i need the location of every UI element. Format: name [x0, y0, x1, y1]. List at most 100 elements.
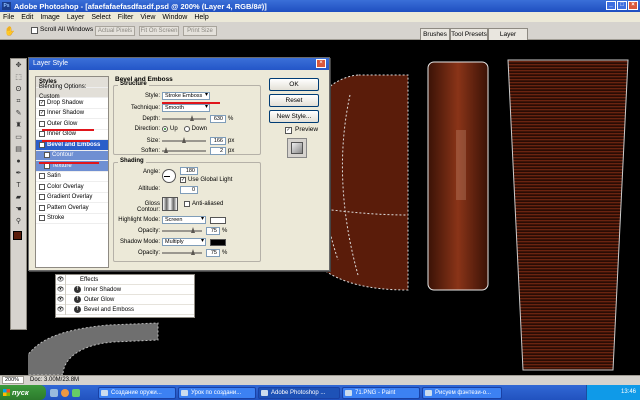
style-item-stroke[interactable]: Stroke [36, 214, 108, 224]
reset-button[interactable]: Reset [269, 94, 319, 107]
checkbox-icon[interactable] [39, 204, 45, 211]
checkbox-icon[interactable] [39, 131, 45, 138]
menu-window[interactable]: Window [162, 14, 187, 21]
quick-launch-icon[interactable] [61, 388, 69, 397]
ok-button[interactable]: OK [269, 78, 319, 91]
shadow-color-swatch[interactable] [210, 238, 226, 246]
brush-tool-icon[interactable]: ✎ [12, 108, 25, 119]
hand-tool-icon[interactable]: ☚ [12, 204, 25, 215]
eraser-tool-icon[interactable]: ▭ [12, 132, 25, 143]
checkbox-icon[interactable] [39, 183, 45, 190]
checkbox-icon[interactable] [39, 215, 45, 222]
menu-select[interactable]: Select [91, 14, 110, 21]
hand-tool-icon[interactable]: ✋ [4, 26, 15, 37]
eye-icon[interactable]: 👁 [56, 274, 66, 285]
crop-tool-icon[interactable]: ⌗ [12, 96, 25, 107]
style-item-satin[interactable]: Satin [36, 172, 108, 182]
shape-tool-icon[interactable]: ▰ [12, 192, 25, 203]
shadow-mode-select[interactable]: Multiply [162, 238, 206, 246]
zoom-input[interactable]: 200% [2, 376, 24, 384]
taskbar-item[interactable]: Урок по создани... [178, 386, 256, 399]
taskbar-item[interactable]: 71.PNG - Paint [342, 386, 420, 399]
taskbar-item[interactable]: Рисуем фэнтези-о... [422, 386, 502, 399]
size-input[interactable]: 166 [210, 137, 226, 145]
menu-layer[interactable]: Layer [67, 14, 85, 21]
altitude-input[interactable]: 0 [180, 186, 198, 194]
style-item-inner-shadow[interactable]: ✓ Inner Shadow [36, 109, 108, 119]
checkbox-checked-icon[interactable]: ✓ [39, 141, 45, 148]
technique-select[interactable]: Smooth [162, 104, 210, 112]
tab-layer-comps[interactable]: Layer Comps [488, 28, 528, 49]
angle-dial[interactable] [162, 169, 176, 183]
style-item-inner-glow[interactable]: Inner Glow [36, 130, 108, 140]
style-item-outer-glow[interactable]: Outer Glow [36, 119, 108, 130]
menu-file[interactable]: File [3, 14, 14, 21]
menu-help[interactable]: Help [194, 14, 208, 21]
preview-checkbox[interactable]: ✓ [285, 127, 292, 134]
soften-input[interactable]: 2 [210, 147, 226, 155]
anti-aliased-checkbox[interactable] [184, 201, 190, 207]
quick-launch-icon[interactable] [72, 388, 80, 397]
use-global-light-checkbox[interactable]: ✓ [180, 177, 186, 183]
gradient-tool-icon[interactable]: ▤ [12, 144, 25, 155]
style-item-pattern-overlay[interactable]: Pattern Overlay [36, 203, 108, 214]
menu-image[interactable]: Image [40, 14, 59, 21]
foreground-color-swatch[interactable] [13, 231, 22, 240]
blending-options-item[interactable]: Blending Options: Custom [36, 84, 108, 100]
maximize-icon[interactable]: □ [617, 1, 627, 10]
style-item-gradient-overlay[interactable]: Gradient Overlay [36, 193, 108, 203]
checkbox-icon[interactable] [39, 173, 45, 180]
gloss-contour-picker[interactable] [162, 197, 178, 211]
checkbox-icon[interactable] [44, 152, 50, 159]
marquee-tool-icon[interactable]: ⬚ [12, 72, 25, 83]
layer-row[interactable]: 👁 Effects [56, 274, 194, 285]
stamp-tool-icon[interactable]: ♜ [12, 120, 25, 131]
depth-input[interactable]: 630 [210, 115, 226, 123]
depth-slider[interactable] [162, 115, 206, 121]
quick-launch-icon[interactable] [50, 388, 58, 397]
eye-icon[interactable]: 👁 [56, 284, 66, 295]
angle-input[interactable]: 180 [180, 167, 198, 175]
pen-tool-icon[interactable]: ✒ [12, 168, 25, 179]
shadow-opacity-input[interactable]: 75 [206, 249, 220, 257]
soften-slider[interactable] [162, 147, 206, 153]
lasso-tool-icon[interactable]: ʘ [12, 84, 25, 95]
close-icon[interactable]: × [628, 1, 638, 10]
direction-down-radio[interactable] [183, 126, 190, 132]
checkbox-icon[interactable] [39, 120, 45, 127]
move-tool-icon[interactable]: ✥ [12, 60, 25, 71]
type-tool-icon[interactable]: T [12, 180, 25, 191]
scroll-all-checkbox[interactable] [31, 27, 38, 34]
layer-row[interactable]: 👁 f Inner Shadow [56, 284, 194, 295]
highlight-mode-select[interactable]: Screen [162, 216, 206, 224]
checkbox-icon[interactable] [39, 194, 45, 201]
start-button[interactable]: пуск [0, 385, 46, 400]
minimize-icon[interactable]: _ [606, 1, 616, 10]
highlight-opacity-slider[interactable] [162, 227, 202, 233]
print-size-button[interactable]: Print Size [183, 26, 217, 36]
checkbox-checked-icon[interactable]: ✓ [39, 110, 45, 117]
menu-filter[interactable]: Filter [118, 14, 134, 21]
layer-row[interactable]: 👁 f Outer Glow [56, 294, 194, 305]
actual-pixels-button[interactable]: Actual Pixels [95, 26, 135, 36]
layer-row[interactable]: 👁 f Bevel and Emboss [56, 304, 194, 315]
size-slider[interactable] [162, 137, 206, 143]
tab-brushes[interactable]: Brushes [420, 28, 450, 40]
menu-view[interactable]: View [140, 14, 155, 21]
menu-edit[interactable]: Edit [21, 14, 33, 21]
eye-icon[interactable]: 👁 [56, 294, 66, 305]
tab-tool-presets[interactable]: Tool Presets [450, 28, 488, 40]
highlight-opacity-input[interactable]: 75 [206, 227, 220, 235]
taskbar-item[interactable]: Создание оружи... [98, 386, 176, 399]
style-select[interactable]: Stroke Emboss [162, 92, 210, 100]
direction-up-radio[interactable] [162, 126, 168, 132]
taskbar-item-active[interactable]: Adobe Photoshop ... [258, 386, 340, 399]
highlight-color-swatch[interactable] [210, 216, 226, 224]
new-style-button[interactable]: New Style... [269, 110, 319, 123]
style-item-color-overlay[interactable]: Color Overlay [36, 182, 108, 193]
eye-icon[interactable]: 👁 [56, 304, 66, 315]
checkbox-checked-icon[interactable]: ✓ [39, 99, 45, 106]
zoom-tool-icon[interactable]: ⚲ [12, 216, 25, 227]
dodge-tool-icon[interactable]: ● [12, 156, 25, 167]
dialog-close-icon[interactable]: × [316, 59, 326, 68]
